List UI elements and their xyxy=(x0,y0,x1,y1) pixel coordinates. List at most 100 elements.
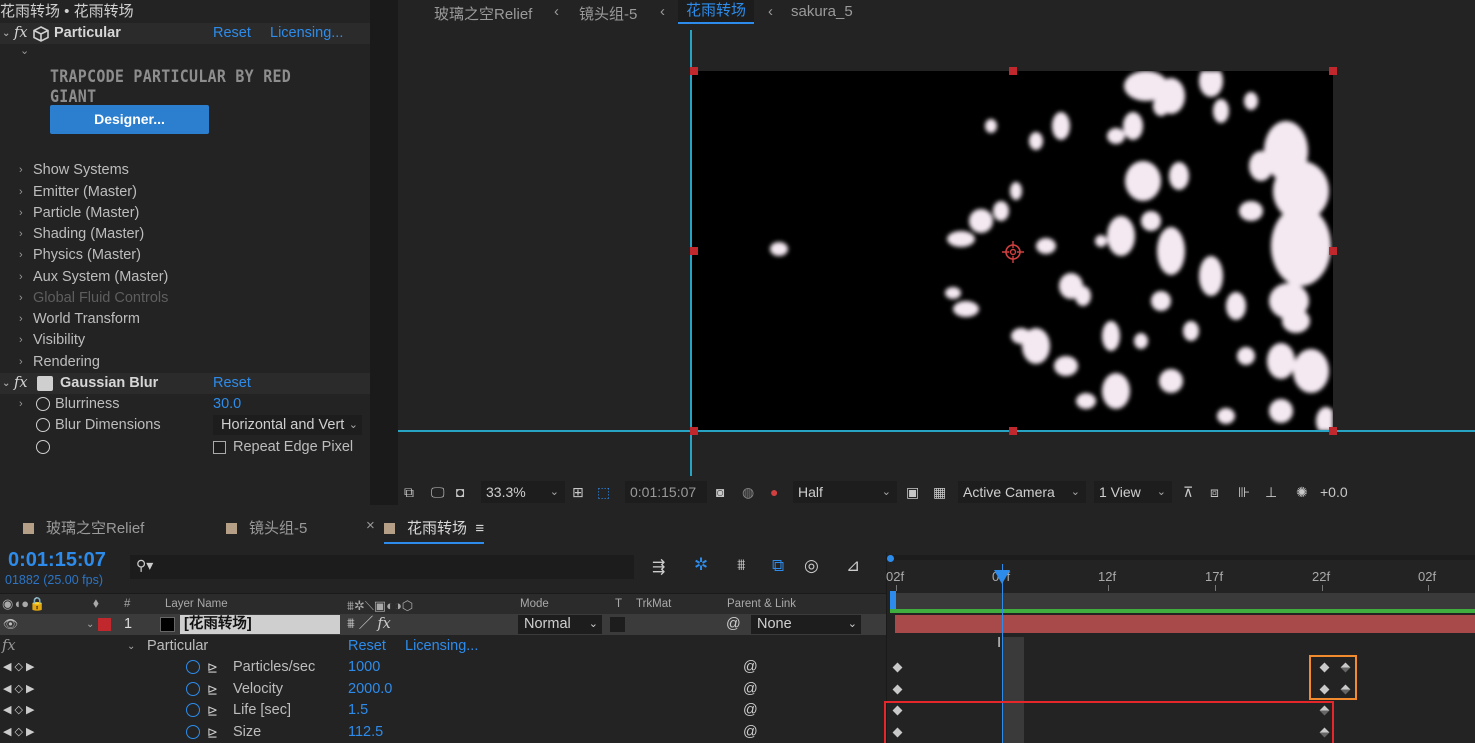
property-value[interactable]: 1000 xyxy=(348,657,380,678)
repeat-edge-checkbox[interactable] xyxy=(213,441,226,454)
tab-comp[interactable]: 镜头组-5 xyxy=(226,517,307,538)
zoom-dropdown[interactable]: 33.3% ⌄ xyxy=(481,481,565,503)
mode-dropdown[interactable]: Normal ⌄ xyxy=(518,615,602,634)
eye-icon[interactable]: ◉◖●🔒 xyxy=(2,596,45,612)
fast-preview-icon[interactable]: ⧈ xyxy=(1210,481,1219,503)
monitor-icon[interactable]: 🖵 xyxy=(431,481,445,503)
anchor-point-icon[interactable] xyxy=(1002,241,1024,263)
stopwatch-icon[interactable] xyxy=(186,682,200,696)
eye-icon[interactable]: 👁 xyxy=(3,614,18,635)
pickwhip-icon[interactable]: @ xyxy=(726,614,741,635)
chevron-right-icon[interactable]: › xyxy=(19,267,23,288)
chevron-down-icon[interactable]: ⌄ xyxy=(127,636,135,657)
collapse-icon[interactable]: ⌄ xyxy=(2,373,10,394)
chevron-right-icon[interactable]: › xyxy=(19,182,23,203)
transform-handle[interactable] xyxy=(690,427,698,435)
effect-particular-header[interactable]: ⌄ fx Particular Reset Licensing... xyxy=(0,23,370,44)
parent-dropdown[interactable]: None ⌄ xyxy=(751,615,861,634)
reset-link[interactable]: Reset xyxy=(213,373,251,394)
frame-blending-icon[interactable]: ⧉ xyxy=(772,556,784,576)
transparency-grid-icon[interactable]: ▦ xyxy=(933,481,946,503)
chevron-right-icon[interactable]: › xyxy=(19,352,23,373)
always-preview-icon[interactable]: ⧉ xyxy=(404,481,414,503)
work-area-handle[interactable] xyxy=(890,591,896,609)
expression-pickwhip-icon[interactable]: @ xyxy=(743,722,758,743)
roi-icon[interactable]: ▣ xyxy=(906,481,919,503)
draft-3d-icon[interactable]: ✲ xyxy=(694,555,708,575)
menu-icon[interactable]: ≡ xyxy=(475,520,484,537)
effect-group-item[interactable]: › Global Fluid Controls xyxy=(0,288,370,309)
chevron-right-icon[interactable]: › xyxy=(19,288,23,309)
keyframe-nav-icon[interactable]: ◀ ◇ ▶ xyxy=(3,679,35,700)
collapse-icon[interactable]: ⌄ xyxy=(2,23,10,44)
graph-icon[interactable]: ⊵ xyxy=(207,679,218,700)
effect-group-item[interactable]: › Shading (Master) xyxy=(0,224,370,245)
camera-snapshot-icon[interactable]: ◙ xyxy=(716,481,724,503)
reset-link[interactable]: Reset xyxy=(348,636,386,657)
comp-flowchart-icon[interactable]: ⇶ xyxy=(652,557,665,577)
motion-blur-icon[interactable]: ◎ xyxy=(804,556,819,576)
expression-pickwhip-icon[interactable]: @ xyxy=(743,657,758,678)
chevron-down-icon[interactable]: ⌄ xyxy=(86,614,94,635)
close-icon[interactable]: × xyxy=(366,517,375,534)
transform-handle[interactable] xyxy=(1329,427,1337,435)
effect-group-item[interactable]: › Aux System (Master) xyxy=(0,267,370,288)
breadcrumb-item[interactable]: sakura_5 xyxy=(791,3,853,20)
transform-handle[interactable] xyxy=(690,67,698,75)
property-value[interactable]: 1.5 xyxy=(348,700,368,721)
effect-group-item[interactable]: › Physics (Master) xyxy=(0,245,370,266)
chevron-right-icon[interactable]: › xyxy=(19,394,23,415)
shy-icon[interactable]: ⩩ xyxy=(737,557,746,575)
property-row[interactable]: ◀ ◇ ▶ ⊵ Velocity 2000.0 @ xyxy=(0,679,886,700)
chevron-right-icon[interactable]: › xyxy=(19,330,23,351)
stopwatch-icon[interactable] xyxy=(186,660,200,674)
stopwatch-icon[interactable] xyxy=(186,703,200,717)
current-time[interactable]: 0:01:15:07 xyxy=(8,549,106,572)
graph-editor-icon[interactable]: ⊿ xyxy=(846,556,860,576)
transform-handle[interactable] xyxy=(1009,67,1017,75)
effect-group-item[interactable]: › Rendering xyxy=(0,352,370,373)
breadcrumb-active[interactable]: 花雨转场 xyxy=(678,0,755,24)
layer-name-field[interactable]: [花雨转场] xyxy=(180,615,340,634)
chevron-down-icon[interactable]: ⌄ xyxy=(20,44,29,57)
effect-group-item[interactable]: › Particle (Master) xyxy=(0,203,370,224)
keyframe-nav-icon[interactable]: ◀ ◇ ▶ xyxy=(3,700,35,721)
horizontal-guide[interactable] xyxy=(398,430,1475,432)
expression-pickwhip-icon[interactable]: @ xyxy=(743,700,758,721)
chevron-right-icon[interactable]: › xyxy=(19,309,23,330)
layer-duration-bar[interactable] xyxy=(895,615,1475,633)
timeline-icon[interactable]: ⊪ xyxy=(1238,481,1250,503)
column-layer-name[interactable]: Layer Name xyxy=(165,598,228,610)
designer-button[interactable]: Designer... xyxy=(50,105,209,134)
resolution-dropdown[interactable]: Half ⌄ xyxy=(793,481,897,503)
transform-handle[interactable] xyxy=(1329,247,1337,255)
effect-group-item[interactable]: › Emitter (Master) xyxy=(0,182,370,203)
expression-pickwhip-icon[interactable]: @ xyxy=(743,679,758,700)
search-input[interactable]: ⚲▾ xyxy=(130,555,634,579)
effect-group-item[interactable]: › Show Systems xyxy=(0,160,370,181)
label-color[interactable] xyxy=(98,618,111,631)
breadcrumb-item[interactable]: 镜头组-5 xyxy=(579,3,637,24)
property-value[interactable]: 112.5 xyxy=(348,722,383,743)
effect-gaussian-header[interactable]: ⌄ fx Gaussian Blur Reset xyxy=(0,373,370,394)
region-icon[interactable]: ⬚ xyxy=(597,481,610,503)
fx-icon[interactable]: fx xyxy=(2,636,16,657)
chevron-right-icon[interactable]: › xyxy=(19,160,23,181)
licensing-link[interactable]: Licensing... xyxy=(270,23,343,44)
transform-handle[interactable] xyxy=(690,247,698,255)
camera-dropdown[interactable]: Active Camera ⌄ xyxy=(958,481,1086,503)
graph-icon[interactable]: ⊵ xyxy=(207,657,218,678)
keyframe-nav-icon[interactable]: ◀ ◇ ▶ xyxy=(3,657,35,678)
work-area-start[interactable] xyxy=(887,555,894,562)
stopwatch-icon[interactable] xyxy=(36,440,50,454)
licensing-link[interactable]: Licensing... xyxy=(405,636,478,657)
transform-handle[interactable] xyxy=(1329,67,1337,75)
stopwatch-icon[interactable] xyxy=(36,397,50,411)
layer-row[interactable]: 👁 ⌄ 1 [花雨转场] ⩩ ／ fx Normal ⌄ @ None ⌄ xyxy=(0,614,886,635)
reset-link[interactable]: Reset xyxy=(213,23,251,44)
fx-icon[interactable]: fx xyxy=(14,373,28,394)
switches[interactable]: ⩩ ／ fx xyxy=(347,614,391,635)
work-area[interactable] xyxy=(890,593,1475,609)
effect-row[interactable]: fx ⌄ Particular Reset Licensing... xyxy=(0,636,886,657)
timecode-field[interactable]: 0:01:15:07 xyxy=(625,481,707,503)
